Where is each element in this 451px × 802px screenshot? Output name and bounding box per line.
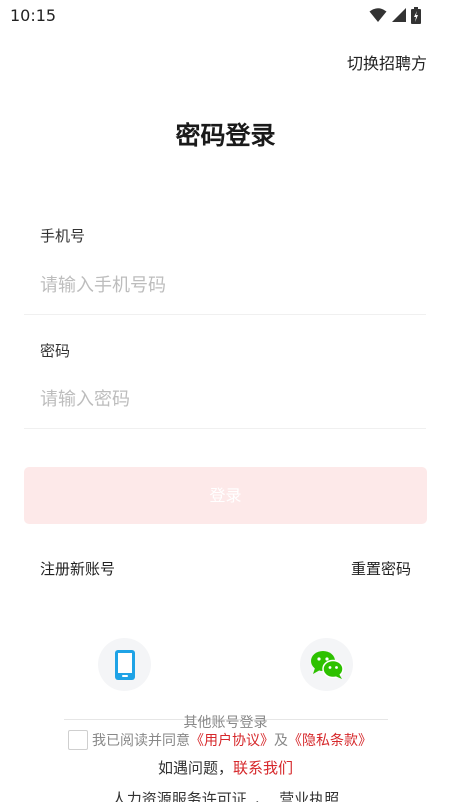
help-question: 如遇问题， [157,759,233,777]
wechat-icon [310,650,344,679]
status-time: 10:15 [10,6,57,25]
other-login-label: 其他账号登录 [183,715,268,731]
phone-login-button[interactable] [98,638,151,691]
user-agreement-link[interactable]: 《用户协议》 [190,730,274,750]
status-icons [369,6,421,24]
register-link[interactable]: 注册新账号 [40,558,115,579]
agreement-checkbox[interactable] [68,730,88,750]
login-button[interactable]: 登录 [24,467,427,524]
signal-icon [392,8,406,22]
switch-role-button[interactable]: 切换招聘方 [347,50,427,74]
license-row: 人力资源服务许可证 、 营业执照 [0,788,451,802]
contact-us-link[interactable]: 联系我们 [233,759,293,777]
hr-license-link[interactable]: 人力资源服务许可证 [112,790,247,802]
privacy-link[interactable]: 《隐私条款》 [288,730,372,750]
wechat-login-button[interactable] [300,638,353,691]
reset-password-link[interactable]: 重置密码 [351,558,411,579]
phone-label: 手机号 [40,227,86,245]
password-label: 密码 [40,342,71,360]
agreement-prefix: 我已阅读并同意 [92,733,190,749]
phone-icon [114,649,135,680]
agreement-and: 及 [274,733,288,749]
page-title: 密码登录 [175,121,276,150]
agreement-row: 我已阅读并同意 《用户协议》 及 《隐私条款》 [68,730,372,750]
password-divider [24,428,426,429]
status-bar: 10:15 [0,0,451,32]
phone-divider [24,314,426,315]
wifi-icon [369,8,387,22]
battery-icon [411,6,421,24]
business-license-link[interactable]: 营业执照 [279,790,339,802]
password-input[interactable] [40,382,425,416]
phone-input[interactable] [40,268,425,302]
help-row: 如遇问题，联系我们 [0,757,451,778]
license-separator: 、 [255,790,271,802]
